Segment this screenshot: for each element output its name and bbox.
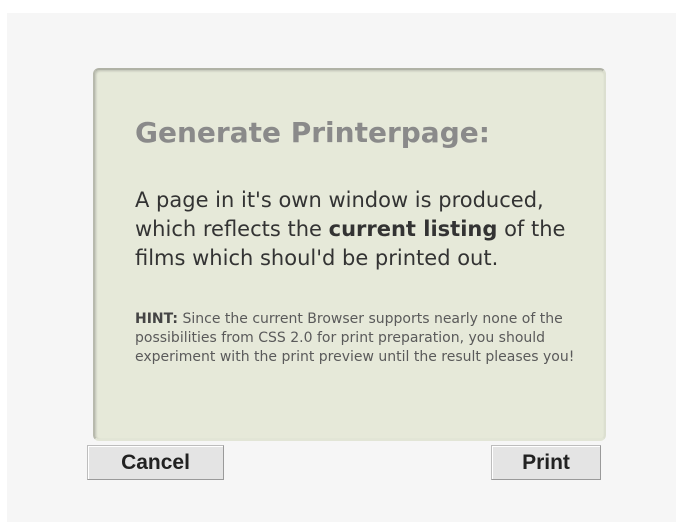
info-panel: Generate Printerpage: A page in it's own… xyxy=(93,68,606,441)
panel-title: Generate Printerpage: xyxy=(135,116,490,149)
print-button[interactable]: Print xyxy=(491,445,601,480)
hint-body: Since the current Browser supports nearl… xyxy=(135,311,575,365)
hint-text: HINT: Since the current Browser supports… xyxy=(135,310,585,367)
description-text: A page in it's own window is produced, w… xyxy=(135,186,585,273)
hint-label: HINT: xyxy=(135,311,179,327)
cancel-button[interactable]: Cancel xyxy=(87,445,224,480)
description-emphasis: current listing xyxy=(328,217,498,241)
